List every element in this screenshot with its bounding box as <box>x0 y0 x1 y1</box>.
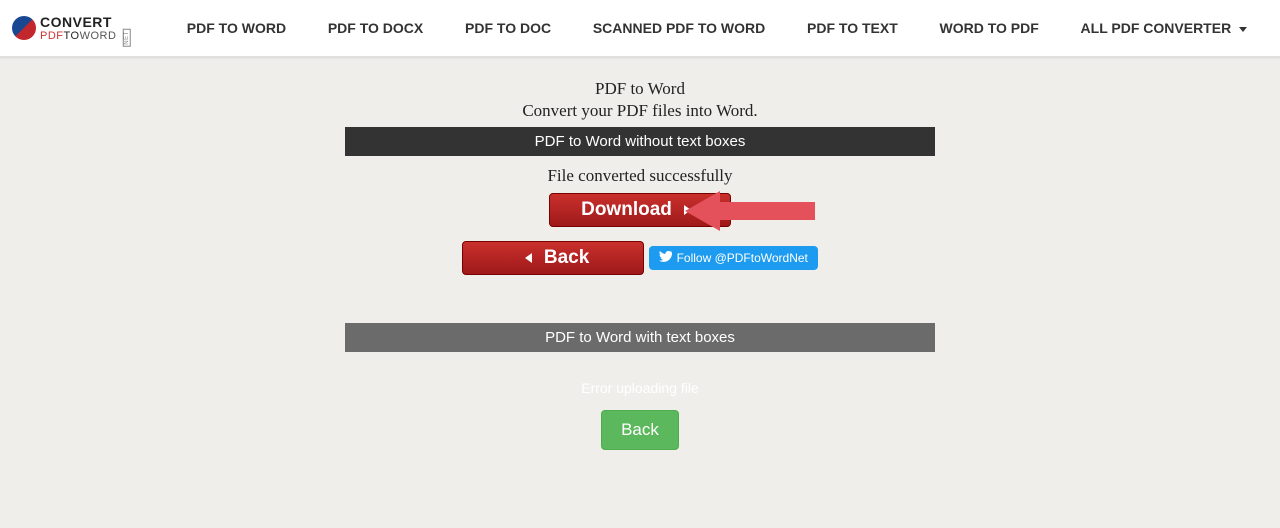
logo[interactable]: CONVERT PDFTOWORDNET <box>12 14 136 42</box>
logo-sub: PDFTOWORDNET <box>40 30 136 42</box>
download-label: Download <box>581 199 672 221</box>
section1-heading: PDF to Word without text boxes <box>345 127 935 156</box>
nav-all-pdf-converter[interactable]: ALL PDF CONVERTER <box>1081 20 1248 36</box>
logo-top: CONVERT <box>40 14 136 30</box>
nav-pdf-to-text[interactable]: PDF TO TEXT <box>807 20 898 36</box>
error-message: Error uploading file <box>345 380 935 396</box>
nav-scanned-pdf-to-word[interactable]: SCANNED PDF TO WORD <box>593 20 765 36</box>
logo-icon <box>12 16 36 40</box>
back-button-green[interactable]: Back <box>601 410 679 450</box>
back-label: Back <box>544 247 589 269</box>
nav-pdf-to-docx[interactable]: PDF TO DOCX <box>328 20 423 36</box>
file-status: File converted successfully <box>345 166 935 186</box>
nav-pdf-to-word[interactable]: PDF TO WORD <box>187 20 286 36</box>
page-subtitle: Convert your PDF files into Word. <box>345 101 935 121</box>
navbar: CONVERT PDFTOWORDNET PDF TO WORD PDF TO … <box>0 0 1280 57</box>
main-wrap: PDF to Word Convert your PDF files into … <box>345 79 935 450</box>
nav-pdf-to-doc[interactable]: PDF TO DOC <box>465 20 551 36</box>
pointer-arrow-icon <box>685 186 815 241</box>
section2-heading: PDF to Word with text boxes <box>345 323 935 352</box>
chevron-down-icon <box>1239 27 1247 32</box>
back-button-red[interactable]: Back <box>462 241 644 275</box>
twitter-icon <box>659 250 672 266</box>
play-left-icon <box>525 253 532 263</box>
twitter-label: Follow @PDFtoWordNet <box>677 251 808 265</box>
twitter-follow-button[interactable]: Follow @PDFtoWordNet <box>649 246 818 270</box>
logo-text-block: CONVERT PDFTOWORDNET <box>40 14 136 42</box>
nav-word-to-pdf[interactable]: WORD TO PDF <box>940 20 1039 36</box>
nav-items: PDF TO WORD PDF TO DOCX PDF TO DOC SCANN… <box>166 20 1268 36</box>
page-title: PDF to Word <box>345 79 935 99</box>
convert-block: File converted successfully Download Bac… <box>345 166 935 278</box>
